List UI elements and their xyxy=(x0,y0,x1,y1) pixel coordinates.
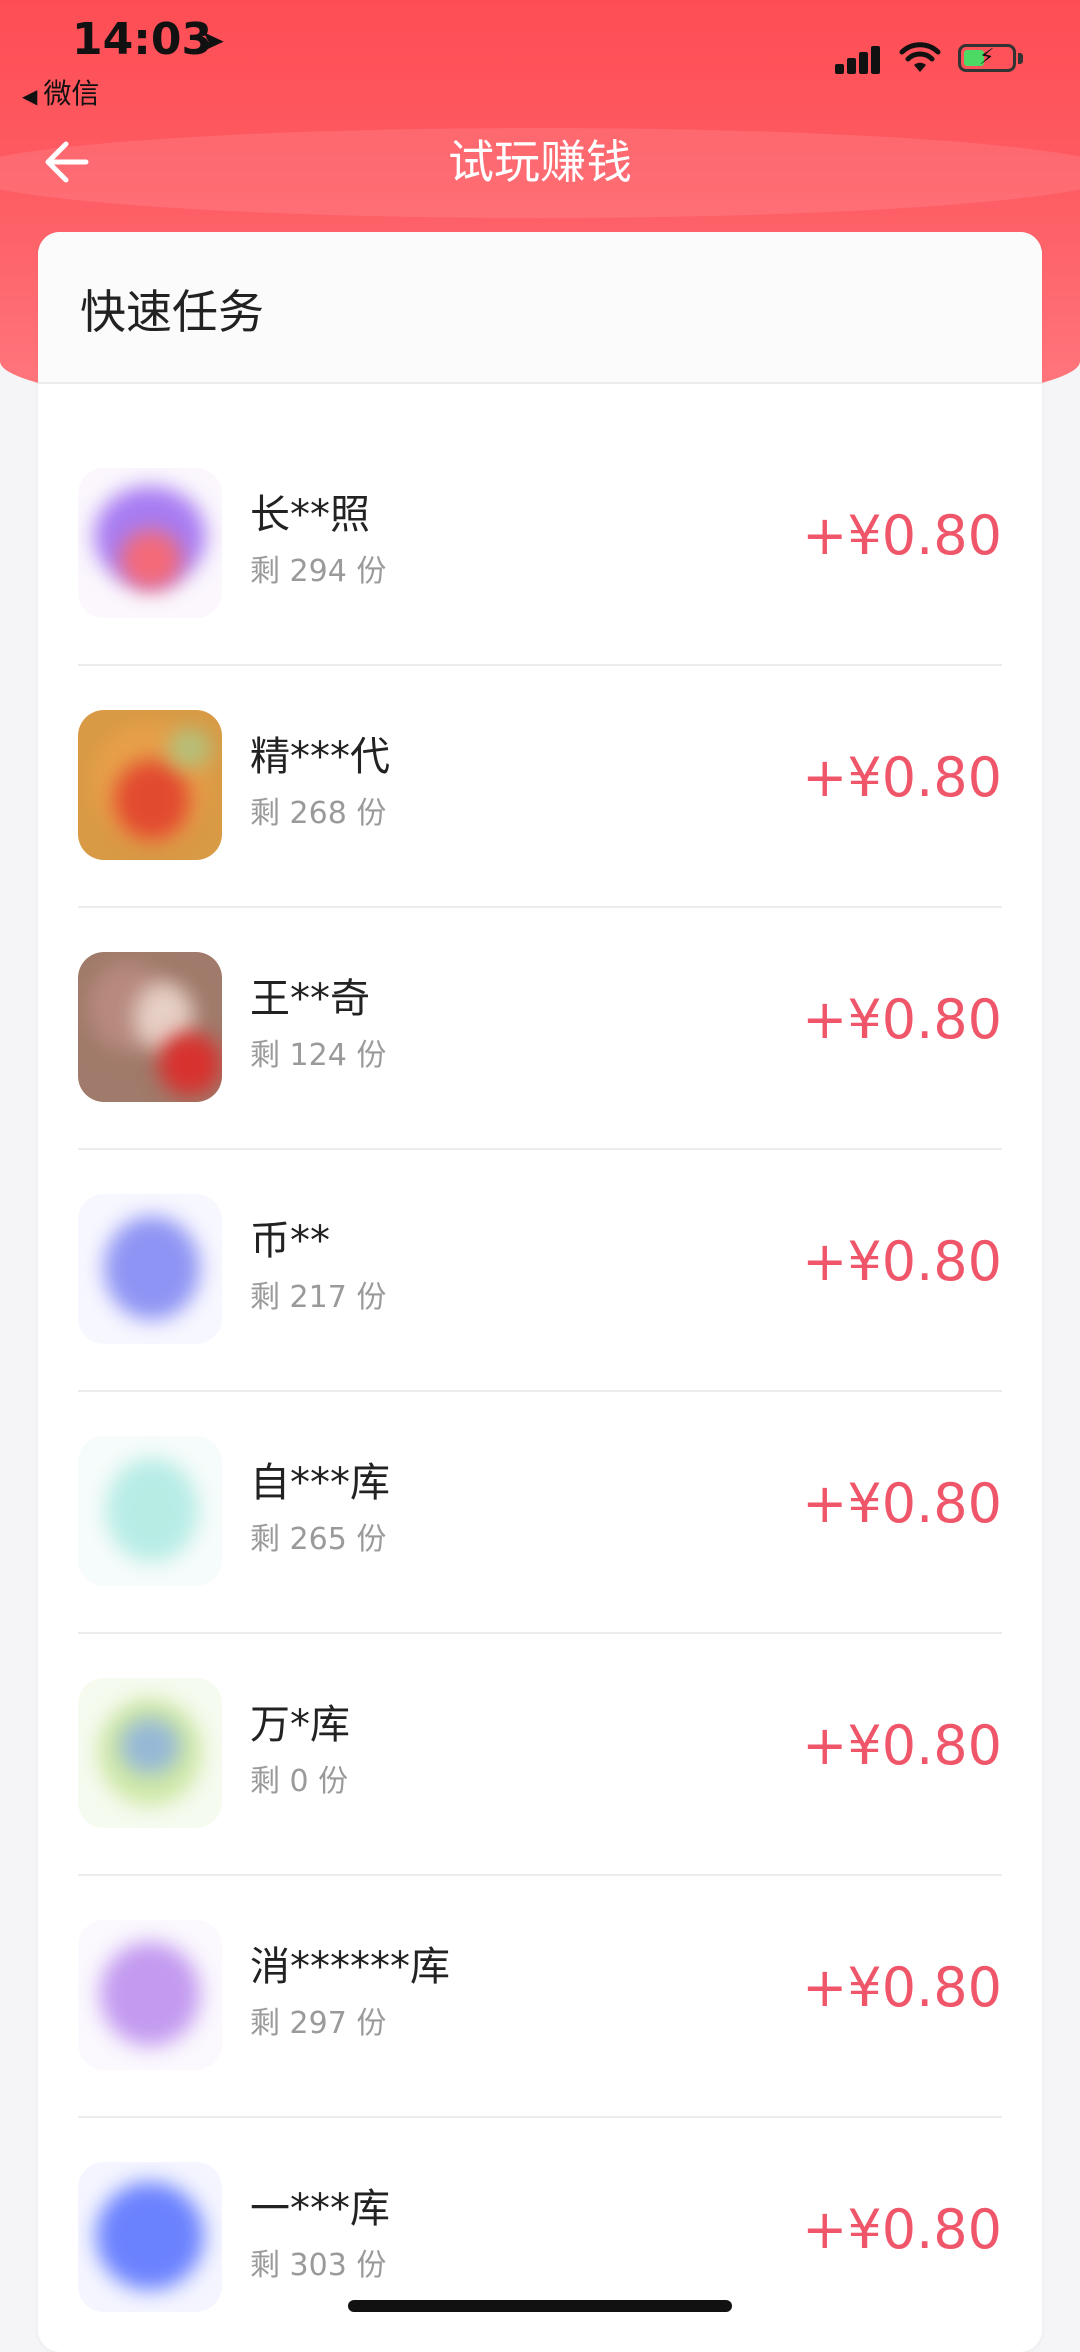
task-name: 自***库 xyxy=(250,1460,390,1506)
task-reward: +¥0.80 xyxy=(802,746,1002,809)
battery-icon: ⚡ xyxy=(958,44,1016,72)
task-reward: +¥0.80 xyxy=(802,1956,1002,2019)
app-icon xyxy=(78,952,222,1102)
task-reward: +¥0.80 xyxy=(802,504,1002,567)
task-name: 币** xyxy=(250,1218,330,1264)
back-app-label: 微信 xyxy=(43,77,100,110)
status-time: 14:03 xyxy=(72,14,213,65)
task-reward: +¥0.80 xyxy=(802,1472,1002,1535)
task-row[interactable]: 长**照 剩 294 份 +¥0.80 xyxy=(78,422,1002,666)
task-remaining: 剩 294 份 xyxy=(250,554,387,589)
app-icon xyxy=(78,1436,222,1586)
home-indicator[interactable] xyxy=(348,2300,732,2312)
task-reward: +¥0.80 xyxy=(802,1714,1002,1777)
task-row[interactable]: 消******库 剩 297 份 +¥0.80 xyxy=(78,1874,1002,2118)
task-row[interactable]: 精***代 剩 268 份 +¥0.80 xyxy=(78,664,1002,908)
task-name: 一***库 xyxy=(250,2186,390,2232)
task-reward: +¥0.80 xyxy=(802,988,1002,1051)
task-name: 精***代 xyxy=(250,734,390,780)
task-name: 万*库 xyxy=(250,1702,350,1748)
page-title: 试玩赚钱 xyxy=(448,135,632,189)
task-row[interactable]: 自***库 剩 265 份 +¥0.80 xyxy=(78,1390,1002,1634)
task-row[interactable]: 一***库 剩 303 份 +¥0.80 xyxy=(78,2116,1002,2352)
app-icon xyxy=(78,1678,222,1828)
app-icon xyxy=(78,1194,222,1344)
task-name: 消******库 xyxy=(250,1944,450,1990)
task-remaining: 剩 303 份 xyxy=(250,2248,387,2283)
app-icon xyxy=(78,1920,222,2070)
task-remaining: 剩 217 份 xyxy=(250,1280,387,1315)
task-row[interactable]: 币** 剩 217 份 +¥0.80 xyxy=(78,1148,1002,1392)
app-icon xyxy=(78,2162,222,2312)
task-remaining: 剩 0 份 xyxy=(250,1764,349,1799)
task-remaining: 剩 124 份 xyxy=(250,1038,387,1073)
app-icon xyxy=(78,468,222,618)
task-reward: +¥0.80 xyxy=(802,2198,1002,2261)
app-icon xyxy=(78,710,222,860)
back-to-app-link[interactable]: ◀ 微信 xyxy=(22,72,99,112)
task-name: 王**奇 xyxy=(250,976,370,1022)
task-row[interactable]: 万*库 剩 0 份 +¥0.80 xyxy=(78,1632,1002,1876)
task-remaining: 剩 265 份 xyxy=(250,1522,387,1557)
wifi-icon xyxy=(899,42,941,72)
back-triangle-icon: ◀ xyxy=(22,84,38,108)
task-card: 快速任务 长**照 剩 294 份 +¥0.80 精***代 剩 268 份 +… xyxy=(38,232,1042,2352)
task-reward: +¥0.80 xyxy=(802,1230,1002,1293)
task-remaining: 剩 268 份 xyxy=(250,796,387,831)
section-title: 快速任务 xyxy=(80,285,264,339)
status-bar: 14:03 ➤ ◀ 微信 ⚡ xyxy=(0,0,1080,120)
signal-icon xyxy=(835,44,883,74)
task-remaining: 剩 297 份 xyxy=(250,2006,387,2041)
location-arrow-icon: ➤ xyxy=(200,24,226,59)
task-row[interactable]: 王**奇 剩 124 份 +¥0.80 xyxy=(78,906,1002,1150)
task-name: 长**照 xyxy=(250,492,370,538)
